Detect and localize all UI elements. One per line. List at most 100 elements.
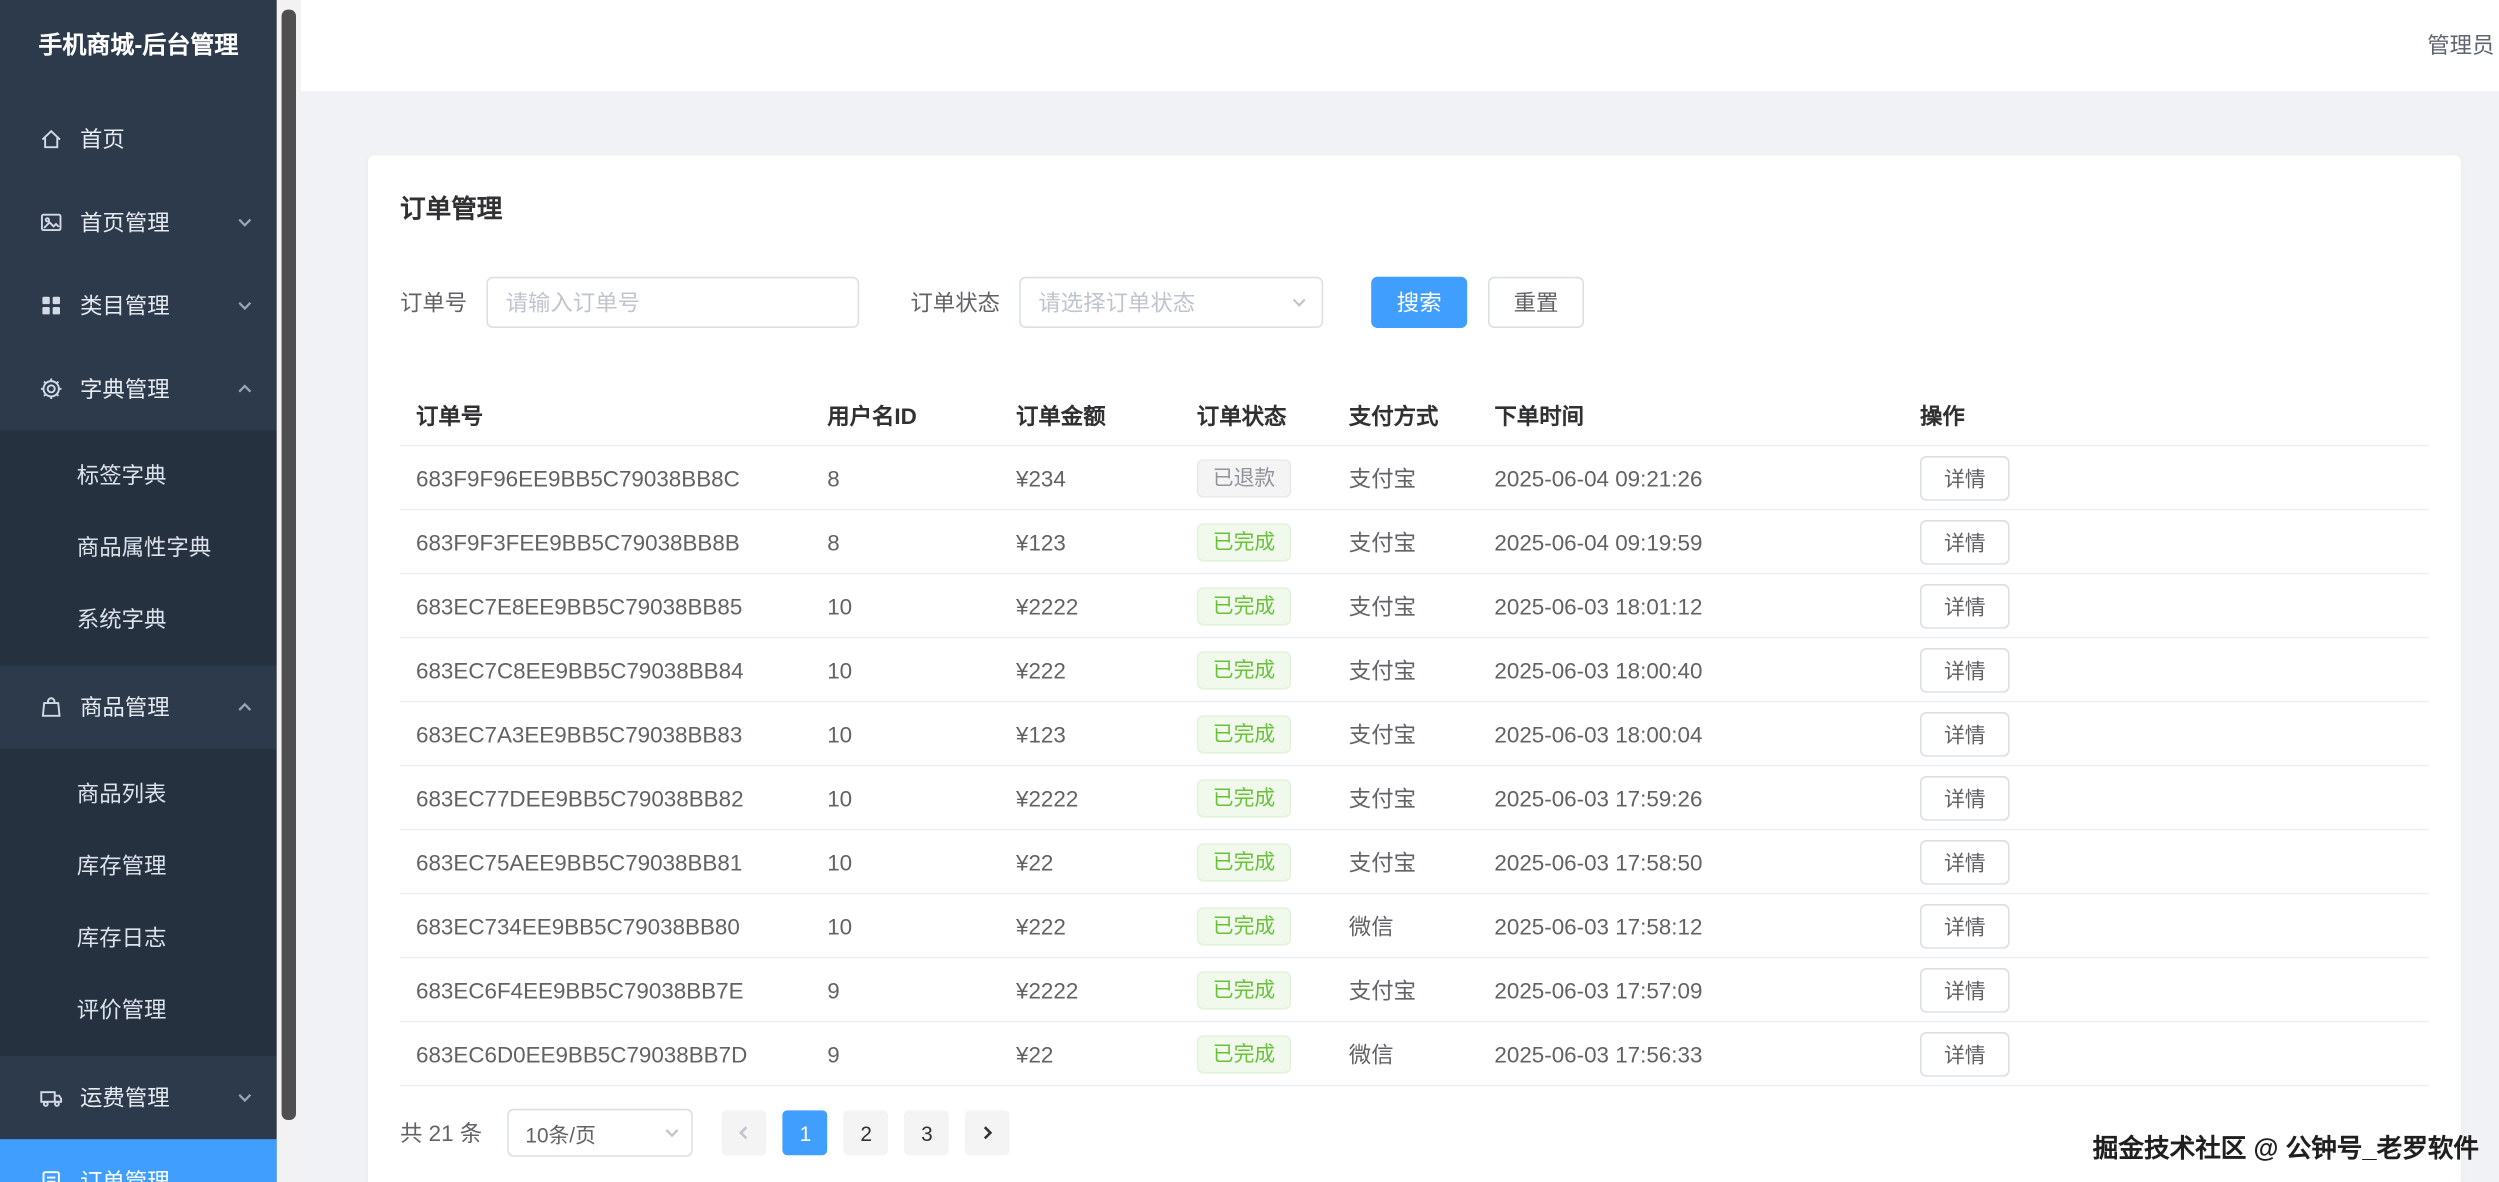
status-cell: 已完成	[1181, 522, 1333, 560]
sidebar-item-label: 订单管理	[80, 1165, 170, 1182]
sidebar-item-1[interactable]: 首页管理	[0, 181, 277, 264]
sidebar-subitem[interactable]: 商品列表	[0, 758, 277, 830]
detail-button[interactable]: 详情	[1920, 1031, 2010, 1076]
actions-cell: 详情	[1904, 775, 2429, 820]
chevron-down-icon	[663, 1123, 682, 1142]
order-time-cell: 2025-06-03 17:56:33	[1478, 1041, 1904, 1067]
sidebar-item-4[interactable]: 商品管理	[0, 666, 277, 749]
order-no-cell: 683F9F3FEE9BB5C79038BB8B	[400, 529, 811, 555]
detail-button[interactable]: 详情	[1920, 839, 2010, 884]
order-no-cell: 683EC7A3EE9BB5C79038BB83	[400, 721, 811, 747]
sidebar-item-5[interactable]: 运费管理	[0, 1056, 277, 1139]
bag-icon	[38, 694, 64, 720]
detail-button[interactable]: 详情	[1920, 519, 2010, 564]
status-cell: 已完成	[1181, 586, 1333, 624]
page-button-1[interactable]: 1	[783, 1110, 828, 1155]
detail-button[interactable]: 详情	[1920, 455, 2010, 500]
chevron-up-icon	[235, 379, 254, 398]
table-row: 683EC7E8EE9BB5C79038BB8510¥2222已完成支付宝202…	[400, 574, 2429, 638]
table-row: 683EC6F4EE9BB5C79038BB7E9¥2222已完成支付宝2025…	[400, 958, 2429, 1022]
pay-method-cell: 支付宝	[1333, 590, 1479, 622]
actions-cell: 详情	[1904, 519, 2429, 564]
arrow-left-icon	[735, 1123, 754, 1142]
sidebar-submenu: 商品列表库存管理库存日志评价管理	[0, 749, 277, 1056]
sidebar-item-6[interactable]: 订单管理	[0, 1139, 277, 1182]
order-status-select[interactable]: 请选择订单状态	[1019, 277, 1323, 328]
top-header: 管理员	[301, 0, 2499, 91]
column-header: 下单时间	[1478, 400, 1904, 432]
sidebar-subitem[interactable]: 库存管理	[0, 830, 277, 902]
chevron-down-icon	[235, 296, 254, 315]
amount-cell: ¥22	[1000, 849, 1181, 875]
prev-page-button[interactable]	[722, 1110, 767, 1155]
page-title: 订单管理	[400, 187, 2429, 225]
table-row: 683EC734EE9BB5C79038BB8010¥222已完成微信2025-…	[400, 894, 2429, 958]
pagination-total: 共 21 条	[400, 1117, 482, 1149]
sidebar-item-label: 商品管理	[80, 691, 170, 723]
status-cell: 已完成	[1181, 842, 1333, 880]
sidebar-item-2[interactable]: 类目管理	[0, 264, 277, 347]
sidebar-subitem[interactable]: 评价管理	[0, 974, 277, 1046]
status-badge: 已完成	[1197, 650, 1291, 688]
actions-cell: 详情	[1904, 647, 2429, 692]
user-id-cell: 10	[811, 785, 1000, 811]
order-time-cell: 2025-06-03 18:00:40	[1478, 657, 1904, 683]
sidebar-subitem[interactable]: 标签字典	[0, 440, 277, 512]
status-badge: 已完成	[1197, 522, 1291, 560]
sidebar-subitem[interactable]: 库存日志	[0, 902, 277, 974]
next-page-button[interactable]	[965, 1110, 1010, 1155]
sidebar-scrollbar-thumb[interactable]	[282, 10, 296, 1120]
sidebar-item-label: 首页	[80, 123, 125, 155]
status-badge: 已完成	[1197, 906, 1291, 944]
page-size-select[interactable]: 10条/页	[508, 1109, 694, 1157]
detail-button[interactable]: 详情	[1920, 775, 2010, 820]
sidebar-subitem[interactable]: 系统字典	[0, 584, 277, 656]
sidebar-subitem[interactable]: 商品属性字典	[0, 512, 277, 584]
page-button-2[interactable]: 2	[844, 1110, 889, 1155]
order-time-cell: 2025-06-03 18:01:12	[1478, 593, 1904, 619]
detail-button[interactable]: 详情	[1920, 647, 2010, 692]
sidebar-item-label: 类目管理	[80, 290, 170, 322]
actions-cell: 详情	[1904, 839, 2429, 884]
pay-method-cell: 支付宝	[1333, 654, 1479, 686]
admin-user[interactable]: 管理员	[2427, 0, 2494, 91]
amount-cell: ¥2222	[1000, 593, 1181, 619]
status-cell: 已退款	[1181, 458, 1333, 496]
status-cell: 已完成	[1181, 1034, 1333, 1072]
order-management-card: 订单管理 订单号 订单状态 请选择订单状态 搜索 重置 订单号用户名ID订单	[368, 155, 2461, 1182]
amount-cell: ¥2222	[1000, 785, 1181, 811]
sidebar-menu: 首页首页管理类目管理字典管理标签字典商品属性字典系统字典商品管理商品列表库存管理…	[0, 91, 277, 1182]
user-id-cell: 8	[811, 465, 1000, 491]
column-header: 操作	[1904, 400, 2429, 432]
amount-cell: ¥123	[1000, 721, 1181, 747]
search-button[interactable]: 搜索	[1371, 277, 1467, 328]
detail-button[interactable]: 详情	[1920, 711, 2010, 756]
chevron-up-icon	[235, 698, 254, 717]
detail-button[interactable]: 详情	[1920, 967, 2010, 1012]
status-badge: 已退款	[1197, 458, 1291, 496]
pay-method-cell: 支付宝	[1333, 782, 1479, 814]
column-header: 订单状态	[1181, 400, 1333, 432]
actions-cell: 详情	[1904, 455, 2429, 500]
pay-method-cell: 微信	[1333, 910, 1479, 942]
order-icon	[38, 1168, 64, 1182]
main-area: 订单管理 订单号 订单状态 请选择订单状态 搜索 重置 订单号用户名ID订单	[301, 91, 2499, 1182]
order-no-cell: 683EC734EE9BB5C79038BB80	[400, 913, 811, 939]
status-badge: 已完成	[1197, 842, 1291, 880]
user-id-cell: 10	[811, 913, 1000, 939]
status-cell: 已完成	[1181, 650, 1333, 688]
actions-cell: 详情	[1904, 711, 2429, 756]
actions-cell: 详情	[1904, 967, 2429, 1012]
order-no-input[interactable]	[486, 277, 859, 328]
detail-button[interactable]: 详情	[1920, 903, 2010, 948]
page-button-3[interactable]: 3	[905, 1110, 950, 1155]
sidebar-item-0[interactable]: 首页	[0, 98, 277, 181]
order-no-cell: 683EC6D0EE9BB5C79038BB7D	[400, 1041, 811, 1067]
shipping-icon	[38, 1085, 64, 1111]
sidebar-item-label: 运费管理	[80, 1082, 170, 1114]
detail-button[interactable]: 详情	[1920, 583, 2010, 628]
sidebar: 手机商城-后台管理 首页首页管理类目管理字典管理标签字典商品属性字典系统字典商品…	[0, 0, 277, 1182]
sidebar-item-3[interactable]: 字典管理	[0, 347, 277, 430]
reset-button[interactable]: 重置	[1488, 277, 1584, 328]
sidebar-scrollbar-track[interactable]	[277, 0, 301, 1182]
